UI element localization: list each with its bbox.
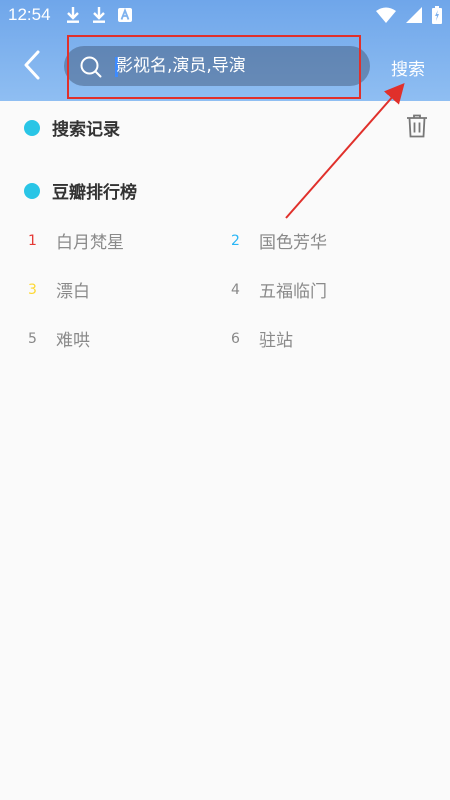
rank-title: 国色芳华 [259,233,327,253]
rank-title: 白月梵星 [56,233,124,253]
keyboard-a-icon [118,8,132,22]
signal-icon [406,7,422,23]
rank-number: 3 [28,281,37,298]
status-time: 12:54 [8,5,51,24]
notification-icons [66,6,132,24]
rank-number: 2 [231,232,240,249]
rank-title: 漂白 [56,282,90,302]
system-icons [376,6,442,24]
wifi-icon [376,7,396,23]
rank-title: 驻站 [259,331,293,351]
rank-title: 难哄 [56,331,90,351]
ranking-item[interactable]: 1 白月梵星 [28,228,124,254]
download-icon [67,7,79,23]
search-history-header: 搜索记录 [24,115,120,140]
battery-icon [432,6,442,24]
rank-number: 1 [28,232,37,249]
ranking-item[interactable]: 5 难哄 [28,326,90,352]
download-icon [93,7,105,23]
ranking-item[interactable]: 4 五福临门 [231,277,327,303]
ranking-item[interactable]: 3 漂白 [28,277,90,303]
section-dot-icon [24,119,40,136]
status-bar: 12:54 [0,0,450,32]
back-icon[interactable] [18,48,48,82]
rank-number: 6 [231,330,240,347]
search-history-title: 搜索记录 [52,120,120,140]
ranking-item[interactable]: 2 国色芳华 [231,228,327,254]
trash-icon[interactable] [406,114,428,138]
annotation-highlight-box [67,35,361,99]
rank-title: 五福临门 [259,282,327,302]
ranking-header: 豆瓣排行榜 [24,178,137,203]
section-dot-icon [24,182,40,199]
rank-number: 5 [28,330,37,347]
ranking-title: 豆瓣排行榜 [52,183,137,203]
ranking-item[interactable]: 6 驻站 [231,326,293,352]
rank-number: 4 [231,281,240,298]
search-button[interactable]: 搜索 [391,55,425,80]
